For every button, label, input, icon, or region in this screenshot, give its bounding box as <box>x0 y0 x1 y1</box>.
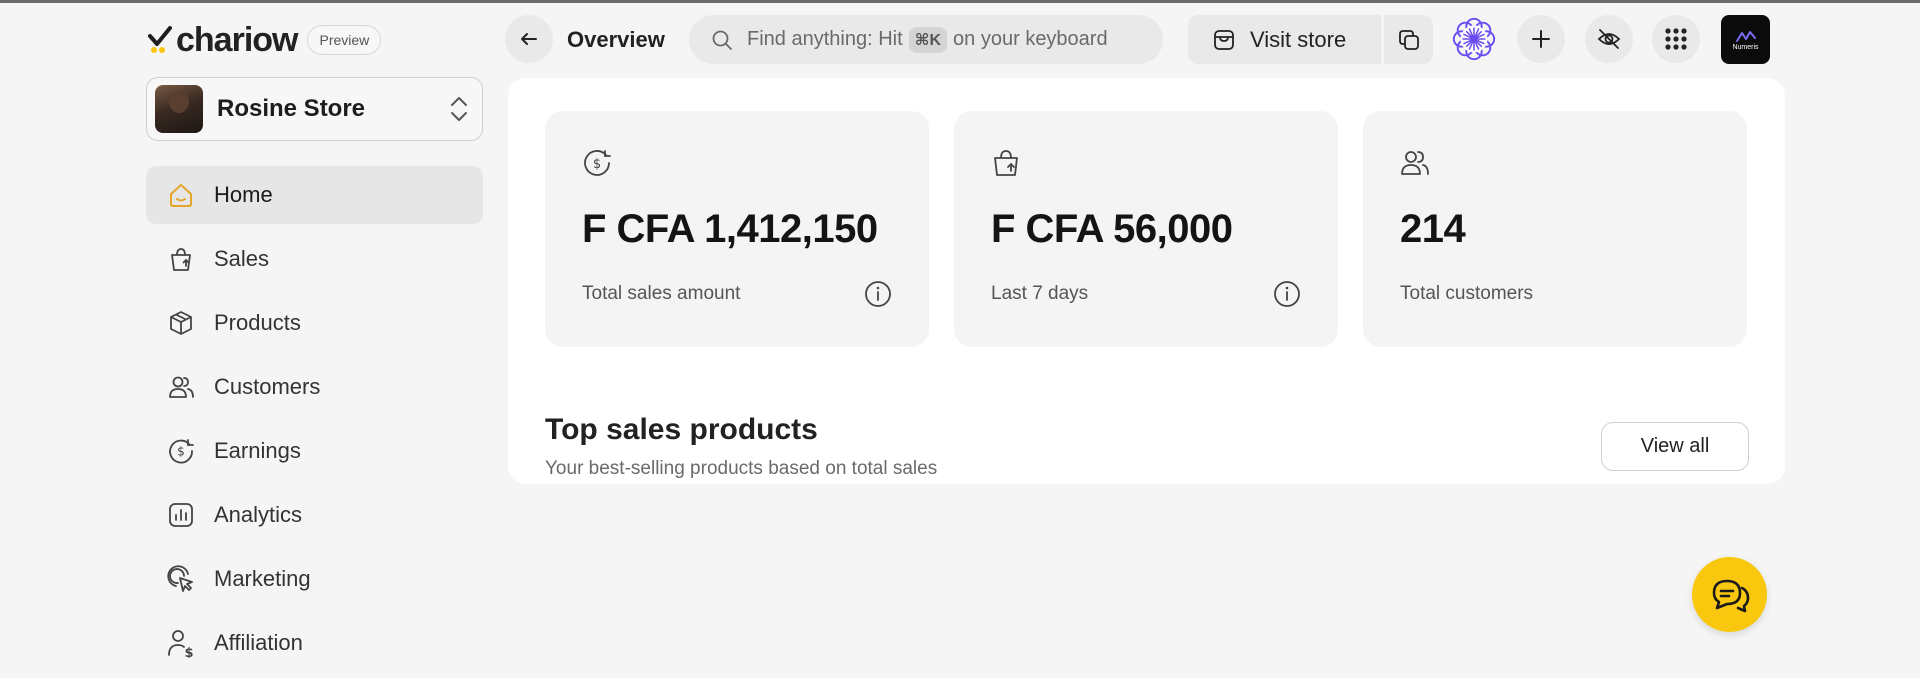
sidebar-item-label: Affiliation <box>214 630 303 655</box>
section-subtitle: Your best-selling products based on tota… <box>545 458 938 479</box>
overview-panel: $ F CFA 1,412,150 Total sales amount F C… <box>508 78 1785 484</box>
search-icon <box>712 30 732 50</box>
chariow-logo-icon <box>148 26 172 53</box>
shopping-bag-icon <box>994 150 1018 176</box>
page-title: Overview <box>567 27 665 52</box>
sidebar-item-earnings[interactable]: $ Earnings <box>146 422 483 480</box>
sidebar-item-label: Sales <box>214 246 270 271</box>
cursor-click-icon <box>166 564 196 594</box>
back-button[interactable] <box>505 15 553 63</box>
stat-value: 214 <box>1400 207 1466 251</box>
users-icon <box>166 372 196 402</box>
sidebar-nav: Home Sales Products Customers $ Earnings… <box>146 166 483 678</box>
store-avatar <box>155 85 203 133</box>
sidebar-item-label: Marketing <box>214 566 311 591</box>
home-icon <box>166 180 196 210</box>
eye-off-icon <box>1597 29 1621 49</box>
sparkle-flower-icon <box>1452 17 1496 61</box>
svg-text:$: $ <box>184 646 193 658</box>
brand[interactable]: chariow Preview <box>146 20 382 60</box>
store-switcher[interactable]: Rosine Store <box>146 77 483 141</box>
ai-assistant-button[interactable] <box>1450 15 1498 63</box>
stat-label: Total customers <box>1400 283 1534 304</box>
sidebar-item-home[interactable]: Home <box>146 166 483 224</box>
visit-store-label: Visit store <box>1250 26 1347 52</box>
brand-name: chariow <box>176 20 298 59</box>
stat-value: F CFA 56,000 <box>991 207 1233 251</box>
keyboard-shortcut-badge: ⌘K <box>908 26 948 53</box>
numeris-logo-icon <box>1735 30 1756 42</box>
chart-icon <box>166 500 196 530</box>
shopping-bag-icon <box>166 244 196 274</box>
sidebar-item-customers[interactable]: Customers <box>146 358 483 416</box>
sidebar-item-label: Customers <box>214 374 321 399</box>
stat-card-total-customers: 214 Total customers <box>1363 111 1747 347</box>
search-placeholder-suffix: on your keyboard <box>953 28 1108 50</box>
sidebar-item-label: Products <box>214 310 301 335</box>
sidebar-item-analytics[interactable]: Analytics <box>146 486 483 544</box>
sidebar-item-label: Analytics <box>214 502 303 527</box>
sidebar-item-label: Earnings <box>214 438 301 463</box>
sidebar-item-products[interactable]: Products <box>146 294 483 352</box>
copy-store-link-button[interactable] <box>1384 15 1433 64</box>
search-placeholder-prefix: Find anything: Hit <box>747 28 903 50</box>
visit-store-button[interactable]: Visit store <box>1188 15 1381 64</box>
arrow-left-icon <box>521 33 537 45</box>
storefront-icon <box>1214 29 1234 50</box>
chat-bubbles-icon <box>1712 579 1749 612</box>
sidebar-item-marketing[interactable]: Marketing <box>146 550 483 608</box>
sidebar-item-label: Home <box>214 182 273 207</box>
user-dollar-icon: $ <box>166 628 196 658</box>
account-badge-label: Numeris <box>1732 43 1759 51</box>
info-icon[interactable] <box>1272 279 1302 309</box>
grid-dots-icon <box>1665 28 1687 50</box>
section-title: Top sales products <box>545 413 818 446</box>
create-button[interactable] <box>1517 15 1565 63</box>
preview-badge: Preview <box>307 25 382 55</box>
svg-text:$: $ <box>177 445 185 459</box>
coin-icon: $ <box>584 150 611 176</box>
plus-icon <box>1532 30 1550 48</box>
box-icon <box>166 308 196 338</box>
coin-icon: $ <box>166 436 196 466</box>
stat-value: F CFA 1,412,150 <box>582 207 878 251</box>
stat-label: Last 7 days <box>991 283 1089 304</box>
copy-icon <box>1398 29 1419 50</box>
hide-amounts-button[interactable] <box>1585 15 1633 63</box>
info-icon[interactable] <box>863 279 893 309</box>
sidebar-item-affiliation[interactable]: $ Affiliation <box>146 614 483 672</box>
svg-text:$: $ <box>593 157 601 172</box>
sidebar-item-sales[interactable]: Sales <box>146 230 483 288</box>
stat-card-total-sales: $ F CFA 1,412,150 Total sales amount <box>545 111 929 347</box>
stat-card-last-7-days: F CFA 56,000 Last 7 days <box>954 111 1338 347</box>
stat-label: Total sales amount <box>582 283 741 304</box>
support-chat-button[interactable] <box>1692 557 1767 632</box>
view-all-button[interactable]: View all <box>1601 422 1749 471</box>
chevron-up-down-icon <box>451 97 467 121</box>
search-input[interactable]: Find anything: Hit ⌘K on your keyboard <box>689 15 1163 64</box>
apps-button[interactable] <box>1652 15 1700 63</box>
users-icon <box>1401 151 1429 175</box>
account-avatar[interactable]: Numeris <box>1721 15 1770 64</box>
sidebar: chariow Preview Rosine Store Home Sales … <box>146 0 483 661</box>
store-name: Rosine Store <box>217 95 366 122</box>
